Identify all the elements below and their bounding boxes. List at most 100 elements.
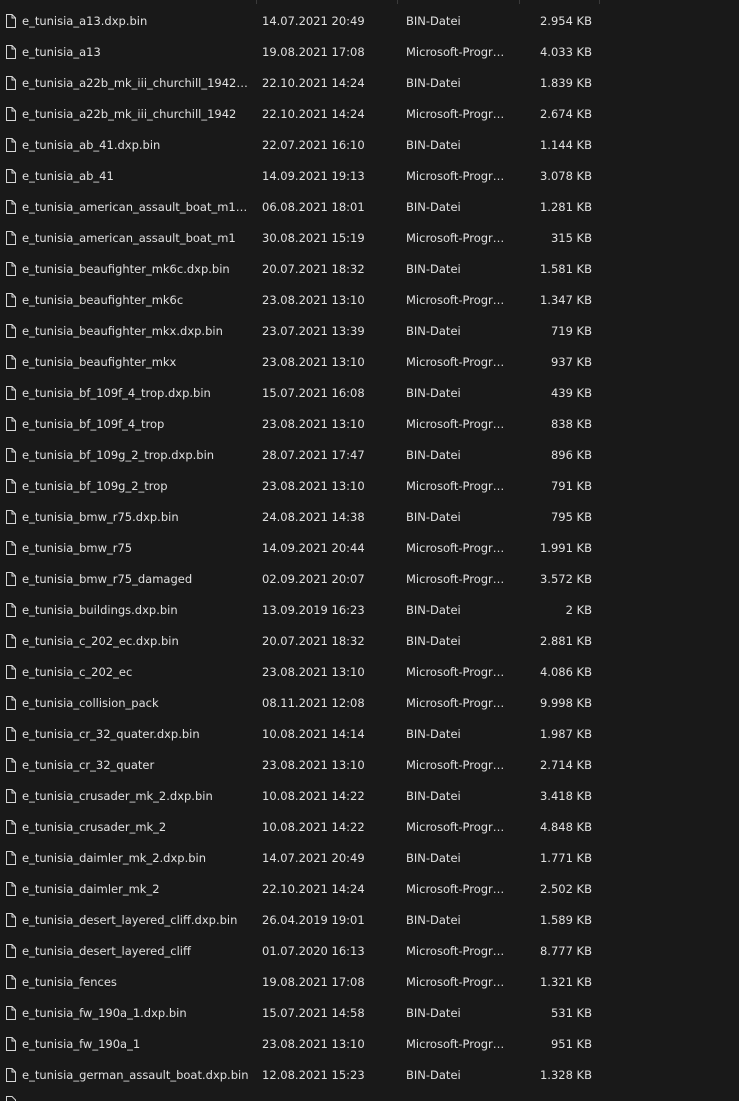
file-date: 20.07.2021 18:32 xyxy=(262,634,365,648)
file-icon xyxy=(6,665,16,679)
table-row[interactable]: e_tunisia_bf_109f_4_trop.dxp.bin 15.07.20… xyxy=(0,378,739,409)
table-row[interactable]: e_tunisia_cr_32_quater.dxp.bin 10.08.2021… xyxy=(0,719,739,750)
table-row[interactable]: e_tunisia_daimler_mk_2.dxp.bin 14.07.2021… xyxy=(0,843,739,874)
table-row[interactable]: e_tunisia_fw_190a_1 23.08.2021 13:10 Micro… xyxy=(0,1029,739,1060)
file-date: 24.08.2021 14:38 xyxy=(262,510,365,524)
file-date: 13.09.2019 16:23 xyxy=(262,603,365,617)
table-row[interactable]: e_tunisia_crusader_mk_2 10.08.2021 14:22 M… xyxy=(0,812,739,843)
file-size: 951 KB xyxy=(550,1037,592,1051)
file-name: e_tunisia_bmw_r75 xyxy=(22,541,133,555)
table-row[interactable]: e_tunisia_beaufighter_mkx.dxp.bin 23.07.2… xyxy=(0,316,739,347)
table-row[interactable]: e_tunisia_bmw_r75_damaged 02.09.2021 20:0… xyxy=(0,564,739,595)
column-separator-name[interactable] xyxy=(256,0,257,4)
table-row[interactable]: e_tunisia_beaufighter_mk6c 23.08.2021 13:… xyxy=(0,285,739,316)
file-type: BIN-Datei xyxy=(406,448,461,462)
column-separator-size[interactable] xyxy=(599,0,600,4)
file-name: e_tunisia_a22b_mk_iii_churchill_1942.dxp… xyxy=(22,76,250,90)
table-row[interactable]: e_tunisia_c_202_ec 23.08.2021 13:10 Micros… xyxy=(0,657,739,688)
file-icon xyxy=(6,138,16,152)
table-row[interactable]: e_tunisia_desert_layered_cliff.dxp.bin 26… xyxy=(0,905,739,936)
file-name: e_tunisia_fw_190a_1 xyxy=(22,1037,141,1051)
file-size: 4.033 KB xyxy=(539,45,592,59)
table-row[interactable]: e_tunisia_a13.dxp.bin 14.07.2021 20:49 BIN… xyxy=(0,6,739,37)
file-size: 315 KB xyxy=(550,231,592,245)
table-row[interactable]: e_tunisia_a22b_mk_iii_churchill_1942.dxp… xyxy=(0,68,739,99)
table-row[interactable]: e_tunisia_fences 19.08.2021 17:08 Microsof… xyxy=(0,967,739,998)
file-name: e_tunisia_a22b_mk_iii_churchill_1942 xyxy=(22,107,237,121)
table-row[interactable]: e_tunisia_american_assault_boat_m1.dxp..… xyxy=(0,192,739,223)
file-name: e_tunisia_american_assault_boat_m1 xyxy=(22,231,236,245)
file-date: 26.04.2019 19:01 xyxy=(262,913,365,927)
table-row[interactable]: e_tunisia_bmw_r75.dxp.bin 24.08.2021 14:3… xyxy=(0,502,739,533)
table-row[interactable]: e_tunisia_a22b_mk_iii_churchill_1942 22.1… xyxy=(0,99,739,130)
file-size: 1.144 KB xyxy=(539,138,592,152)
file-icon xyxy=(6,231,16,245)
table-row[interactable]: e_tunisia_beaufighter_mk6c.dxp.bin 20.07.… xyxy=(0,254,739,285)
table-row[interactable]: e_tunisia_bf_109g_2_trop 23.08.2021 13:10… xyxy=(0,471,739,502)
table-row[interactable]: e_tunisia_buildings.dxp.bin 13.09.2019 16… xyxy=(0,595,739,626)
table-row[interactable]: e_tunisia_beaufighter_mkx 23.08.2021 13:1… xyxy=(0,347,739,378)
column-separator-date[interactable] xyxy=(397,0,398,4)
table-row[interactable]: e_tunisia_fw_190a_1.dxp.bin 15.07.2021 14… xyxy=(0,998,739,1029)
file-icon xyxy=(6,944,16,958)
file-name: e_tunisia_buildings.dxp.bin xyxy=(22,603,178,617)
file-size: 439 KB xyxy=(550,386,592,400)
file-name: e_tunisia_a13.dxp.bin xyxy=(22,14,148,28)
file-date: 14.09.2021 20:44 xyxy=(262,541,365,555)
file-date: 22.07.2021 16:10 xyxy=(262,138,365,152)
file-date: 23.07.2021 13:39 xyxy=(262,324,365,338)
file-type: Microsoft-Progra... xyxy=(406,541,510,555)
file-name: e_tunisia_beaufighter_mkx.dxp.bin xyxy=(22,324,223,338)
file-icon xyxy=(6,727,16,741)
table-row[interactable]: e_tunisia_bmw_r75 14.09.2021 20:44 Microso… xyxy=(0,533,739,564)
file-date: 01.07.2020 16:13 xyxy=(262,944,365,958)
file-date: 19.08.2021 17:08 xyxy=(262,45,365,59)
file-type: BIN-Datei xyxy=(406,1006,461,1020)
column-separator-type[interactable] xyxy=(519,0,520,4)
file-size: 1.839 KB xyxy=(539,76,592,90)
file-icon xyxy=(6,45,16,59)
file-size: 1.347 KB xyxy=(539,293,592,307)
file-date: 23.08.2021 13:10 xyxy=(262,293,365,307)
file-name: e_tunisia_fw_190a_1.dxp.bin xyxy=(22,1006,187,1020)
file-name: e_tunisia_bf_109f_4_trop xyxy=(22,417,165,431)
file-name: e_tunisia_c_202_ec.dxp.bin xyxy=(22,634,179,648)
file-icon xyxy=(6,634,16,648)
table-row[interactable]: e_tunisia_german_assault_boat.dxp.bin 12.… xyxy=(0,1060,739,1091)
file-size: 2.954 KB xyxy=(539,14,592,28)
file-size: 2.674 KB xyxy=(539,107,592,121)
table-row[interactable]: e_tunisia_cr_32_quater 23.08.2021 13:10 Mi… xyxy=(0,750,739,781)
table-row[interactable]: e_tunisia_ab_41 14.09.2021 19:13 Microsoft… xyxy=(0,161,739,192)
table-row[interactable]: e_tunisia_bf_109f_4_trop 23.08.2021 13:10… xyxy=(0,409,739,440)
file-name: e_tunisia_cr_32_quater.dxp.bin xyxy=(22,727,200,741)
table-row[interactable]: e_tunisia_ab_41.dxp.bin 22.07.2021 16:10 B… xyxy=(0,130,739,161)
table-row[interactable]: e_tunisia_a13 19.08.2021 17:08 Microsoft-P… xyxy=(0,37,739,68)
file-date: 14.07.2021 20:49 xyxy=(262,14,365,28)
table-row[interactable]: e_tunisia_bf_109g_2_trop.dxp.bin 28.07.20… xyxy=(0,440,739,471)
table-row[interactable]: e_tunisia_crusader_mk_2.dxp.bin 10.08.202… xyxy=(0,781,739,812)
file-icon xyxy=(6,417,16,431)
file-name: e_tunisia_beaufighter_mkx xyxy=(22,355,177,369)
file-size: 838 KB xyxy=(550,417,592,431)
file-type: Microsoft-Progra... xyxy=(406,820,510,834)
file-name: e_tunisia_crusader_mk_2.dxp.bin xyxy=(22,789,213,803)
file-size: 4.086 KB xyxy=(539,665,592,679)
file-icon xyxy=(6,14,16,28)
file-date: 23.08.2021 13:10 xyxy=(262,355,365,369)
table-row[interactable]: e_tunisia_desert_layered_cliff 01.07.2020… xyxy=(0,936,739,967)
file-name: e_tunisia_crusader_mk_2 xyxy=(22,820,167,834)
file-type: BIN-Datei xyxy=(406,603,461,617)
file-name: e_tunisia_bf_109f_4_trop.dxp.bin xyxy=(22,386,211,400)
table-row[interactable]: e_tunisia_collision_pack 08.11.2021 12:08… xyxy=(0,688,739,719)
table-row[interactable]: e_tunisia_daimler_mk_2 22.10.2021 14:24 Mi… xyxy=(0,874,739,905)
table-row[interactable]: e_tunisia_c_202_ec.dxp.bin 20.07.2021 18:… xyxy=(0,626,739,657)
file-type: BIN-Datei xyxy=(406,634,461,648)
file-type: BIN-Datei xyxy=(406,510,461,524)
table-row[interactable]: e_tunisia_american_assault_boat_m1 30.08.… xyxy=(0,223,739,254)
file-icon xyxy=(6,262,16,276)
file-name: e_tunisia_daimler_mk_2.dxp.bin xyxy=(22,851,207,865)
file-date: 15.07.2021 14:58 xyxy=(262,1006,365,1020)
file-icon xyxy=(6,1068,16,1082)
file-date: 10.08.2021 14:22 xyxy=(262,820,365,834)
file-icon xyxy=(6,913,16,927)
